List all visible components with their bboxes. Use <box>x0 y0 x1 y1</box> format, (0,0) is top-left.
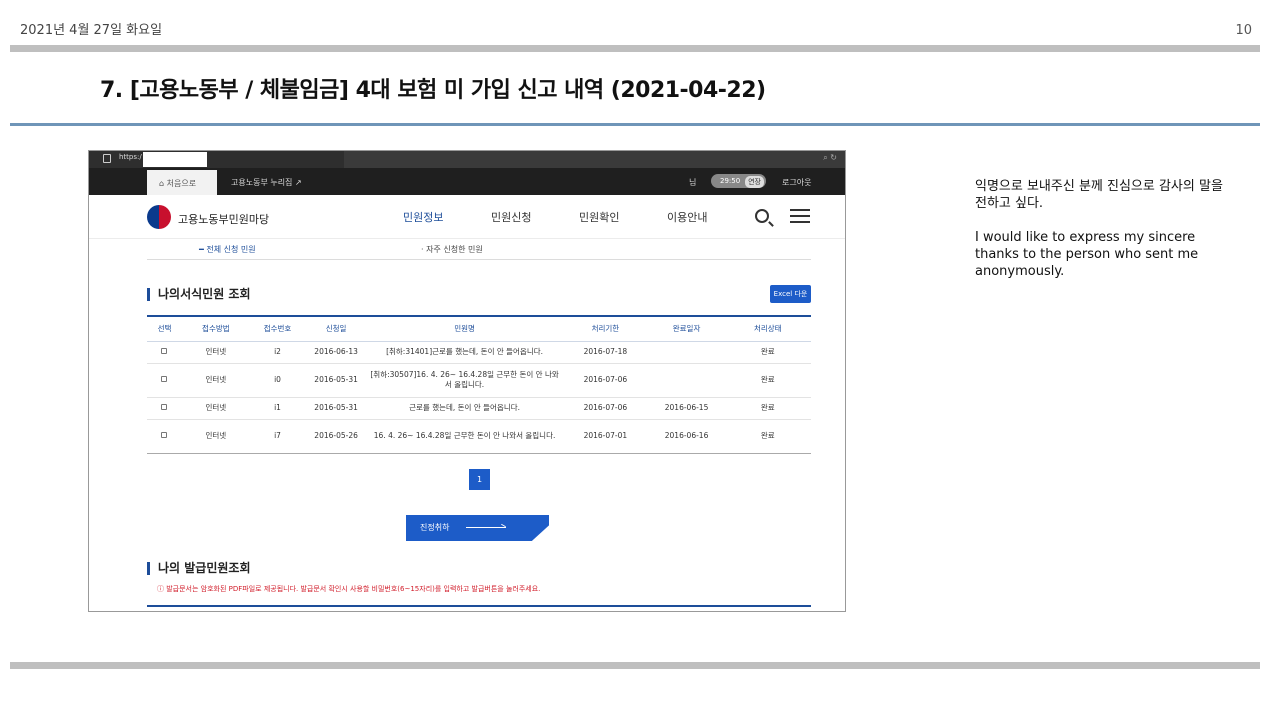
cell-deadline: 2016-07-06 <box>562 363 649 398</box>
url-bar-fill <box>344 151 845 168</box>
excel-download-button[interactable]: Excel 다운 <box>770 285 811 303</box>
extend-button[interactable]: 연장 <box>745 176 764 188</box>
cell-civil-name[interactable]: [취하:30507]16. 4. 26~ 16.4.28일 근무한 돈이 안 나… <box>366 363 563 398</box>
browser-tools-icon[interactable]: ⌕ ↻ <box>823 153 837 163</box>
subnav-all-applications[interactable]: ━ 전체 신청 민원 <box>199 244 256 255</box>
col-receipt-no: 접수번호 <box>249 315 306 342</box>
bottom-divider <box>10 662 1260 669</box>
cell-completed: 2016-06-16 <box>648 419 725 454</box>
nav-civil-info[interactable]: 민원정보 <box>403 209 443 225</box>
nav-civil-check[interactable]: 민원확인 <box>579 209 619 225</box>
government-logo-icon[interactable] <box>147 205 171 229</box>
user-name: 님 <box>689 178 697 187</box>
cell-receipt-no: i0 <box>249 363 306 398</box>
cell-status: 완료 <box>724 419 811 454</box>
cell-method: 인터넷 <box>181 397 250 420</box>
row-checkbox[interactable] <box>147 419 182 454</box>
cell-completed <box>648 363 725 398</box>
cell-civil-name[interactable]: 근로를 했는데, 돈이 안 들어옵니다. <box>366 397 563 420</box>
section-title-my-issued: 나의 발급민원조회 <box>147 562 251 575</box>
withdraw-petition-label: 진정취하 <box>420 523 450 532</box>
tab-home[interactable]: ⌂ 처음으로 <box>147 170 217 195</box>
timer-value: 29:50 <box>720 177 741 185</box>
checkbox[interactable] <box>161 348 168 354</box>
lock-icon <box>103 154 111 163</box>
site-logo-text[interactable]: 고용노동부민원마당 <box>178 211 269 227</box>
cell-status: 완료 <box>724 341 811 364</box>
cell-deadline: 2016-07-18 <box>562 341 649 364</box>
withdraw-petition-button[interactable]: 진정취하 <box>406 515 549 541</box>
sub-navigation: ━ 전체 신청 민원 · 자주 신청한 민원 <box>147 239 811 260</box>
url-text[interactable]: https:/ <box>119 153 142 161</box>
cell-applied: 2016-05-26 <box>305 419 367 454</box>
table-row[interactable]: 인터넷 i1 2016-05-31 근로를 했는데, 돈이 안 들어옵니다. 2… <box>147 397 811 420</box>
subnav-all-label: 전체 신청 민원 <box>206 245 256 254</box>
table-row[interactable]: 인터넷 i0 2016-05-31 [취하:30507]16. 4. 26~ 1… <box>147 363 811 398</box>
cell-applied: 2016-06-13 <box>305 341 367 364</box>
search-icon[interactable] <box>755 209 769 223</box>
table-header-row: 선택 접수방법 접수번호 신청일 민원명 처리기한 완료일자 처리상태 <box>147 315 811 342</box>
cell-method: 인터넷 <box>181 363 250 398</box>
session-timer: 29:50 연장 <box>711 174 766 188</box>
checkbox[interactable] <box>161 404 168 410</box>
cell-completed: 2016-06-15 <box>648 397 725 420</box>
side-note: 익명으로 보내주신 분께 진심으로 감사의 말을 전하고 싶다. I would… <box>975 178 1225 297</box>
section-bottom-rule <box>147 605 811 607</box>
col-applied-date: 신청일 <box>305 315 367 342</box>
site-top-bar: ⌂ 처음으로 고용노동부 누리집 ↗ 님 29:50 연장 로그아웃 <box>89 168 845 195</box>
tab-ministry-site[interactable]: 고용노동부 누리집 ↗ <box>231 177 302 188</box>
slide-title: 7. [고용노동부 / 체불임금] 4대 보험 미 가입 신고 내역 (2021… <box>100 78 766 103</box>
embedded-screenshot: https:/ ⌕ ↻ ⌂ 처음으로 고용노동부 누리집 ↗ 님 29:50 연… <box>88 150 846 612</box>
cell-applied: 2016-05-31 <box>305 397 367 420</box>
site-header: 고용노동부민원마당 민원정보 민원신청 민원확인 이용안내 <box>89 195 845 239</box>
row-checkbox[interactable] <box>147 397 182 420</box>
cell-civil-name[interactable]: 16. 4. 26~ 16.4.28일 근무한 돈이 안 나와서 올립니다. <box>366 419 563 454</box>
civil-application-table: 선택 접수방법 접수번호 신청일 민원명 처리기한 완료일자 처리상태 인터넷 … <box>147 315 811 454</box>
slide: 2021년 4월 27일 화요일 10 7. [고용노동부 / 체불임금] 4대… <box>0 0 1280 720</box>
cell-receipt-no: i1 <box>249 397 306 420</box>
col-civil-name: 민원명 <box>366 315 563 342</box>
table-row[interactable]: 인터넷 i2 2016-06-13 [취하:31401]근로를 했는데, 돈이 … <box>147 341 811 364</box>
col-method: 접수방법 <box>181 315 250 342</box>
cell-completed <box>648 341 725 364</box>
row-checkbox[interactable] <box>147 363 182 398</box>
page-number: 10 <box>1235 23 1252 38</box>
tab-home-label: 처음으로 <box>166 179 197 188</box>
title-underline <box>10 123 1260 126</box>
cell-receipt-no: i2 <box>249 341 306 364</box>
table-row[interactable]: 인터넷 i7 2016-05-26 16. 4. 26~ 16.4.28일 근무… <box>147 419 811 454</box>
browser-url-bar: https:/ ⌕ ↻ <box>89 151 845 168</box>
logout-button[interactable]: 로그아웃 <box>782 177 811 188</box>
cell-method: 인터넷 <box>181 419 250 454</box>
cell-method: 인터넷 <box>181 341 250 364</box>
cell-status: 완료 <box>724 397 811 420</box>
subnav-frequent-label: 자주 신청한 민원 <box>426 245 483 254</box>
cell-applied: 2016-05-31 <box>305 363 367 398</box>
note-english: I would like to express my sincere thank… <box>975 230 1199 279</box>
cell-deadline: 2016-07-06 <box>562 397 649 420</box>
pagination-page[interactable]: 1 <box>469 469 490 490</box>
subnav-frequent[interactable]: · 자주 신청한 민원 <box>421 244 483 255</box>
hamburger-menu-icon[interactable] <box>790 209 810 223</box>
top-divider <box>10 45 1260 52</box>
arrow-right-icon <box>466 527 506 528</box>
col-completed-date: 완료일자 <box>648 315 725 342</box>
col-status: 처리상태 <box>724 315 811 342</box>
nav-guide[interactable]: 이용안내 <box>667 209 707 225</box>
section-title-my-forms: 나의서식민원 조회 <box>147 288 251 301</box>
row-checkbox[interactable] <box>147 341 182 364</box>
slide-date: 2021년 4월 27일 화요일 <box>20 23 163 38</box>
checkbox[interactable] <box>161 376 168 382</box>
col-select: 선택 <box>147 315 182 342</box>
note-korean: 익명으로 보내주신 분께 진심으로 감사의 말을 전하고 싶다. <box>975 179 1223 211</box>
col-deadline: 처리기한 <box>562 315 649 342</box>
checkbox[interactable] <box>161 432 168 438</box>
cell-status: 완료 <box>724 363 811 398</box>
redacted-url-box <box>143 152 207 167</box>
nav-civil-apply[interactable]: 민원신청 <box>491 209 531 225</box>
cell-civil-name[interactable]: [취하:31401]근로를 했는데, 돈이 안 들어옵니다. <box>366 341 563 364</box>
cell-receipt-no: i7 <box>249 419 306 454</box>
cell-deadline: 2016-07-01 <box>562 419 649 454</box>
pdf-password-warning: ⓘ 발급문서는 암호화된 PDF파일로 제공됩니다. 발급문서 확인시 사용할 … <box>157 585 541 593</box>
